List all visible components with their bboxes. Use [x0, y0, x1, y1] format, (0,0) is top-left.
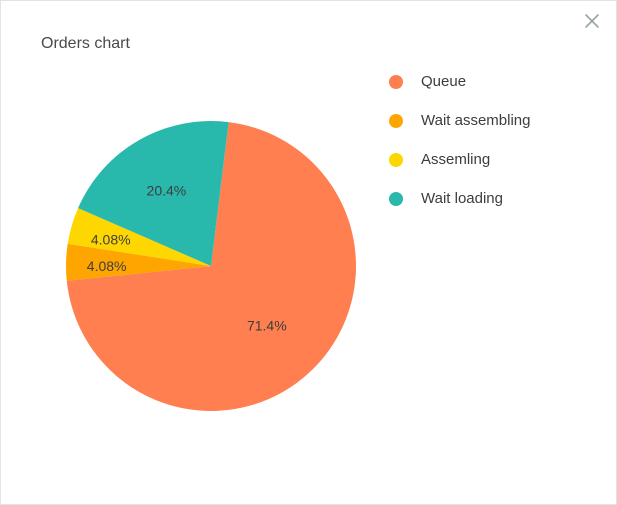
- panel-title: Orders chart: [41, 35, 130, 53]
- pie-slice-label: 4.08%: [91, 232, 131, 248]
- legend-item[interactable]: Queue: [389, 73, 530, 90]
- legend-swatch: [389, 192, 403, 206]
- legend-swatch: [389, 75, 403, 89]
- orders-chart-panel: Orders chart 71.4% 4.08% 4.08% 20.4% Queue W…: [0, 0, 617, 505]
- legend-item[interactable]: Wait assembling: [389, 112, 530, 129]
- legend-label: Assemling: [421, 151, 490, 168]
- close-button[interactable]: [582, 11, 602, 31]
- legend-label: Wait loading: [421, 190, 503, 207]
- pie-slice-label: 71.4%: [247, 318, 287, 334]
- pie-slice-label: 4.08%: [87, 258, 127, 274]
- chart-legend: Queue Wait assembling Assemling Wait loadin…: [389, 73, 530, 207]
- legend-swatch: [389, 114, 403, 128]
- legend-item[interactable]: Assemling: [389, 151, 530, 168]
- legend-label: Queue: [421, 73, 466, 90]
- pie-slice-label: 20.4%: [147, 183, 187, 199]
- close-icon: [582, 11, 602, 31]
- legend-item[interactable]: Wait loading: [389, 190, 530, 207]
- pie-chart: 71.4% 4.08% 4.08% 20.4%: [61, 116, 361, 416]
- legend-swatch: [389, 153, 403, 167]
- legend-label: Wait assembling: [421, 112, 530, 129]
